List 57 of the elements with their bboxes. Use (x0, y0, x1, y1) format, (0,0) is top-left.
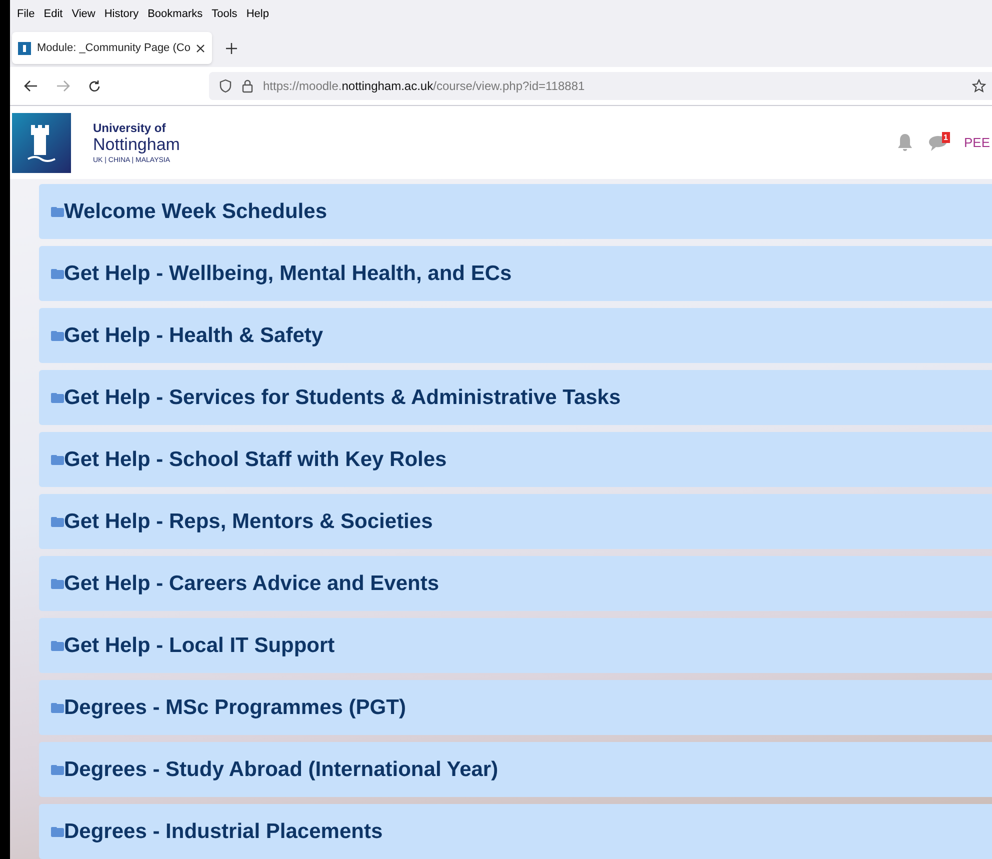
reload-icon[interactable] (88, 80, 101, 92)
course-section[interactable]: Get Help - School Staff with Key Roles (39, 432, 992, 487)
close-icon[interactable] (196, 44, 206, 52)
address-bar[interactable]: https://moodle.nottingham.ac.uk/course/view.php?id=118881 (209, 72, 992, 100)
section-title: Get Help - Careers Advice and Events (64, 570, 440, 597)
lock-icon (242, 79, 253, 93)
menu-item[interactable]: File (17, 6, 35, 23)
folder-icon (51, 516, 64, 526)
logo-text: Nottingham (93, 136, 180, 152)
logo-icon[interactable] (12, 112, 71, 172)
folder-icon (51, 268, 64, 278)
browser-tab[interactable]: Module: _Community Page (Co (12, 32, 212, 64)
folder-icon (51, 702, 64, 712)
section-title: Get Help - Local IT Support (64, 632, 335, 659)
section-title: Get Help - Services for Students & Administrative Tasks (64, 384, 621, 411)
section-title: Welcome Week Schedules (64, 198, 328, 225)
course-section[interactable]: Get Help - Services for Students & Administrative Tasks (39, 370, 992, 425)
section-title: Get Help - Health & Safety (64, 322, 324, 349)
folder-icon (51, 454, 64, 464)
folder-icon (51, 330, 64, 340)
folder-icon (51, 640, 64, 650)
bookmark-star-icon[interactable] (972, 79, 986, 93)
menu-item[interactable]: Bookmarks (148, 6, 203, 23)
section-title: Get Help - Reps, Mentors & Societies (64, 508, 433, 535)
section-title: Degrees - MSc Programmes (PGT) (64, 694, 406, 721)
tab-title: Module: _Community Page (Co (37, 40, 190, 56)
course-section[interactable]: Welcome Week Schedules (39, 184, 992, 239)
user-menu-link[interactable]: PEE (964, 132, 990, 152)
back-icon[interactable] (24, 80, 38, 92)
new-tab-icon[interactable] (226, 42, 237, 54)
menu-item[interactable]: Tools (212, 6, 238, 23)
section-title: Degrees - Industrial Placements (64, 818, 383, 845)
folder-icon (51, 578, 64, 588)
logo-text: University of (93, 122, 167, 134)
folder-icon (51, 764, 64, 774)
message-count-badge: 1 (942, 132, 950, 142)
course-section[interactable]: Get Help - Careers Advice and Events (39, 556, 992, 611)
favicon-icon (18, 42, 31, 54)
menu-item[interactable]: Help (246, 6, 269, 23)
folder-icon (51, 206, 64, 216)
folder-icon (51, 826, 64, 836)
course-section[interactable]: Degrees - Industrial Placements (39, 804, 992, 859)
section-title: Get Help - School Staff with Key Roles (64, 446, 447, 473)
course-section[interactable]: Get Help - Local IT Support (39, 618, 992, 673)
course-section[interactable]: Degrees - Study Abroad (International Year) (39, 742, 992, 797)
course-section[interactable]: Get Help - Reps, Mentors & Societies (39, 494, 992, 549)
folder-icon (51, 392, 64, 402)
course-section[interactable]: Get Help - Health & Safety (39, 308, 992, 363)
url-text: https://moodle.nottingham.ac.uk/course/view.php?id=118881 (263, 78, 585, 95)
section-title: Get Help - Wellbeing, Mental Health, and ECs (64, 260, 512, 287)
shield-icon[interactable] (219, 79, 232, 93)
menu-item[interactable]: View (72, 6, 96, 23)
course-section[interactable]: Get Help - Wellbeing, Mental Health, and ECs (39, 246, 992, 301)
menu-item[interactable]: Edit (44, 6, 63, 23)
section-title: Degrees - Study Abroad (International Year) (64, 756, 498, 783)
menu-item[interactable]: History (104, 6, 139, 23)
course-section[interactable]: Degrees - MSc Programmes (PGT) (39, 680, 992, 735)
